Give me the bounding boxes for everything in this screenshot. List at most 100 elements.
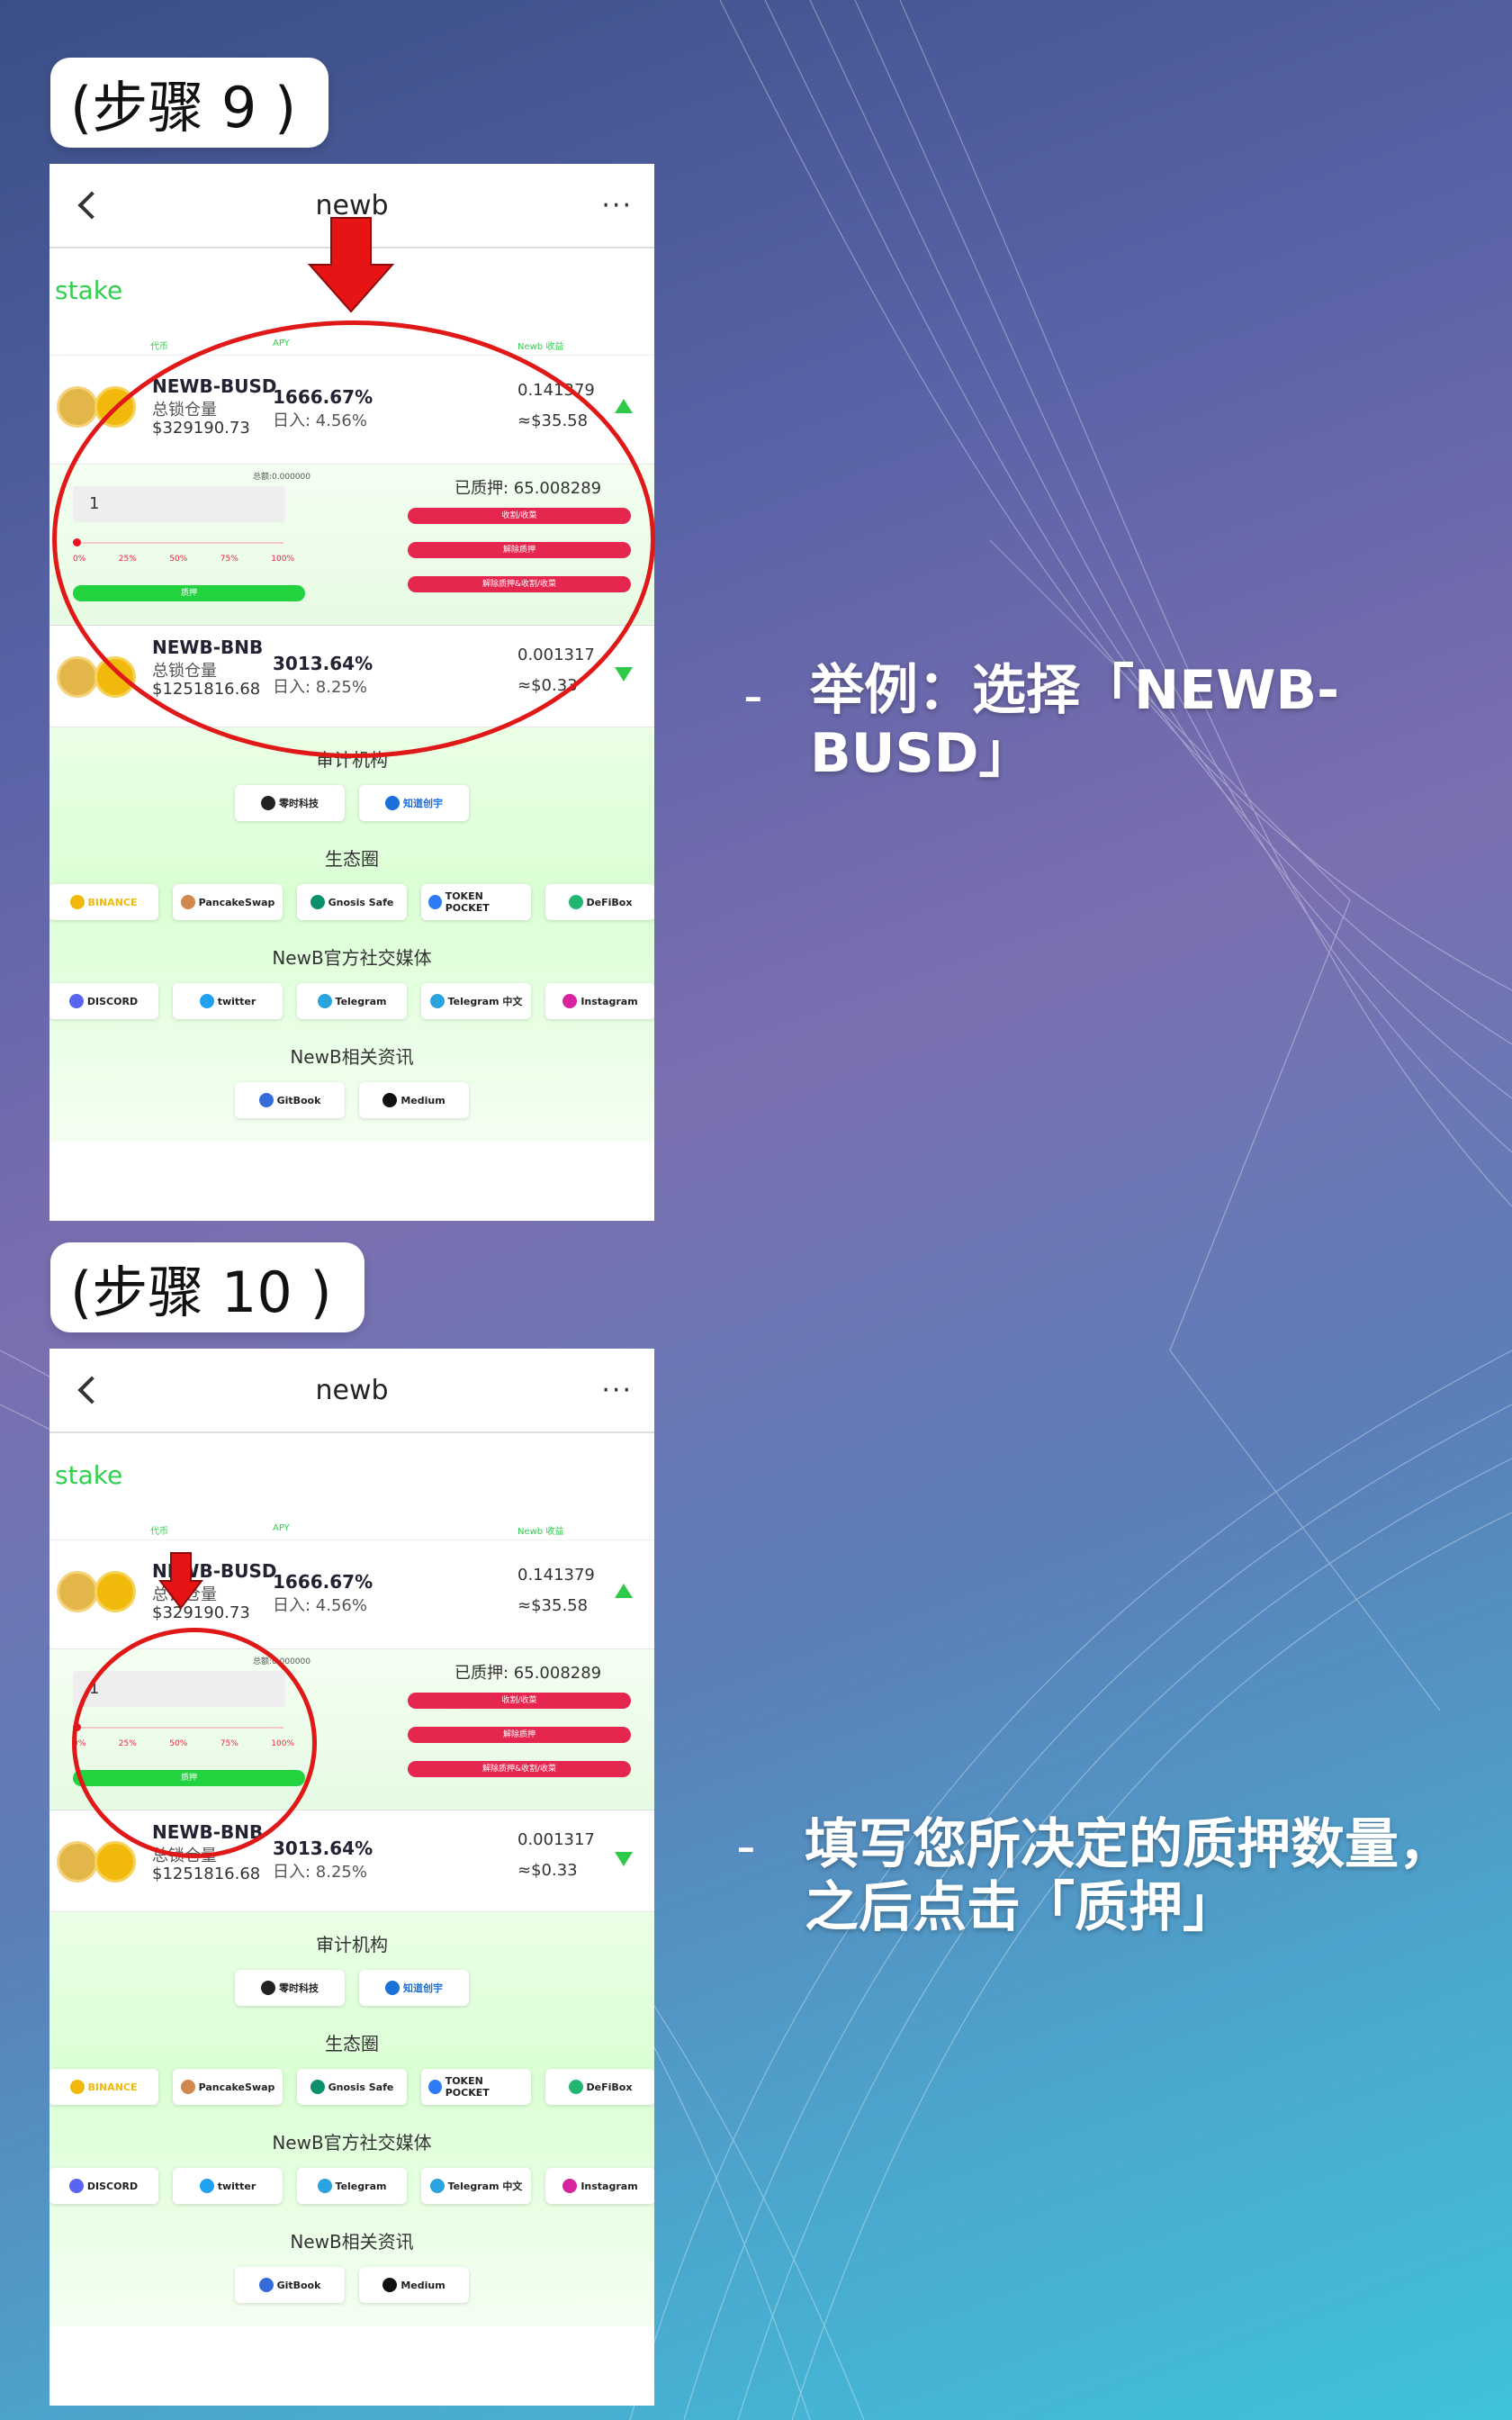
news-logos: GitBook Medium (50, 1070, 654, 1142)
bullet-dash: - (743, 664, 763, 727)
earn-value: 0.001317 (518, 1830, 595, 1849)
page-title: newb (315, 1374, 389, 1406)
defibox-logo[interactable]: DeFiBox (545, 2069, 654, 2105)
logo-text: DeFiBox (586, 2081, 633, 2093)
instruction-2: 填写您所决定的质押数量，之后点击「质押」 (805, 1813, 1453, 1939)
harvest-button[interactable]: 收割/收菜 (408, 1693, 631, 1709)
social-heading: NewB官方社交媒体 (272, 947, 432, 969)
social-logos: DISCORD twitter Telegram Telegram 中文 Ins… (50, 971, 654, 1043)
twitter-icon (199, 2179, 214, 2193)
discord-icon (68, 2179, 84, 2193)
audit-logos: 零时科技 知道创宇 (50, 1957, 654, 2029)
logo-text: GitBook (276, 1094, 321, 1106)
busd-coin-icon (94, 1571, 136, 1612)
audit-icon (261, 796, 275, 810)
instruction-1: 举例：选择「NEWB-BUSD」 (810, 659, 1340, 785)
discord-logo[interactable]: DISCORD (50, 983, 158, 1019)
tokenpocket-icon (428, 2080, 442, 2094)
logo-text: 零时科技 (279, 1982, 319, 1994)
gnosis-logo[interactable]: Gnosis Safe (297, 2069, 407, 2105)
unstake-button[interactable]: 解除质押 (408, 1727, 631, 1743)
logo-text: 知道创宇 (403, 798, 443, 809)
logo-text: Telegram 中文 (447, 996, 523, 1007)
expand-down-icon[interactable] (615, 1852, 633, 1866)
ecosystem-heading: 生态圈 (325, 848, 379, 870)
expand-up-icon[interactable] (615, 399, 633, 413)
telegram-logo[interactable]: Telegram (297, 2168, 407, 2204)
pancakeswap-logo[interactable]: PancakeSwap (173, 2069, 283, 2105)
audit-logo[interactable]: 知道创宇 (359, 1970, 469, 2006)
earn-value: 0.141379 (518, 1566, 595, 1585)
gitbook-logo[interactable]: GitBook (235, 1082, 345, 1118)
highlight-ellipse (72, 1628, 317, 1858)
medium-logo[interactable]: Medium (359, 1082, 469, 1118)
gnosis-icon (310, 2080, 325, 2094)
instagram-icon (562, 994, 578, 1008)
binance-logo[interactable]: BINANCE (50, 884, 158, 920)
phone-screenshot-step10: newb ··· stake 代币 APY Newb 收益 NEWB-BUSD … (50, 1349, 654, 2406)
instagram-logo[interactable]: Instagram (545, 983, 654, 1019)
footer-section: 审计机构 零时科技 知道创宇 生态圈 BINANCE PancakeSwap G… (50, 727, 654, 1142)
bullet-dash: - (736, 1815, 756, 1878)
expand-down-icon[interactable] (615, 667, 633, 682)
gnosis-logo[interactable]: Gnosis Safe (297, 884, 407, 920)
pancake-icon (180, 895, 195, 909)
audit-logo[interactable]: 知道创宇 (359, 785, 469, 821)
gnosis-icon (310, 895, 325, 909)
audit-logos: 零时科技 知道创宇 (50, 772, 654, 844)
defibox-logo[interactable]: DeFiBox (545, 884, 654, 920)
apy-value: 3013.64% (273, 1838, 374, 1859)
tokenpocket-logo[interactable]: TOKEN POCKET (421, 884, 531, 920)
medium-icon (382, 2278, 398, 2292)
telegram-logo[interactable]: Telegram (297, 983, 407, 1019)
twitter-logo[interactable]: twitter (173, 983, 283, 1019)
telegram-icon (429, 2179, 445, 2193)
social-heading: NewB官方社交媒体 (272, 2132, 432, 2154)
telegram-icon (317, 2179, 332, 2193)
telegram-cn-logo[interactable]: Telegram 中文 (421, 983, 531, 1019)
newb-coin-icon (57, 656, 98, 698)
binance-icon (69, 895, 85, 909)
logo-text: Instagram (580, 2180, 638, 2192)
pancakeswap-logo[interactable]: PancakeSwap (173, 884, 283, 920)
audit-logo[interactable]: 零时科技 (235, 785, 345, 821)
audit-logo[interactable]: 零时科技 (235, 1970, 345, 2006)
highlight-ellipse (52, 321, 655, 758)
tokenpocket-logo[interactable]: TOKEN POCKET (421, 2069, 531, 2105)
ecosystem-logos: BINANCE PancakeSwap Gnosis Safe TOKEN PO… (50, 871, 654, 944)
discord-logo[interactable]: DISCORD (50, 2168, 158, 2204)
news-heading: NewB相关资讯 (290, 1046, 414, 1068)
step-10-label: (步骤 10 ) (50, 1242, 364, 1332)
binance-logo[interactable]: BINANCE (50, 2069, 158, 2105)
col-coin: 代币 (150, 1527, 168, 1537)
medium-icon (382, 1093, 398, 1107)
discord-icon (68, 994, 84, 1008)
social-logos: DISCORD twitter Telegram Telegram 中文 Ins… (50, 2155, 654, 2227)
telegram-icon (429, 994, 445, 1008)
newb-coin-icon (57, 386, 98, 428)
pool-row-newb-busd[interactable]: NEWB-BUSD 总锁仓量 $329190.73 1666.67% 日入: 4… (50, 1540, 654, 1649)
daily-rate: 日入: 4.56% (273, 1596, 367, 1615)
column-headers: 代币 APY Newb 收益 (50, 1523, 654, 1540)
logo-text: TOKEN POCKET (445, 2075, 490, 2099)
logo-text: DeFiBox (586, 896, 633, 908)
expand-up-icon[interactable] (615, 1584, 633, 1598)
telegram-cn-logo[interactable]: Telegram 中文 (421, 2168, 531, 2204)
audit-heading: 审计机构 (316, 1934, 388, 1955)
logo-text: BINANCE (87, 2081, 138, 2093)
logo-text: Telegram (335, 995, 387, 1007)
twitter-logo[interactable]: twitter (173, 2168, 283, 2204)
instagram-icon (562, 2179, 578, 2193)
apy-value: 1666.67% (273, 1571, 374, 1593)
audit-icon (261, 1981, 275, 1995)
news-logos: GitBook Medium (50, 2254, 654, 2326)
col-apy: APY (273, 1523, 290, 1533)
logo-text: twitter (217, 2180, 256, 2192)
unstake-harvest-button[interactable]: 解除质押&收割/收菜 (408, 1761, 631, 1777)
newb-coin-icon (57, 1841, 98, 1883)
instagram-logo[interactable]: Instagram (545, 2168, 654, 2204)
logo-text: PancakeSwap (198, 896, 275, 908)
pancake-icon (180, 2080, 195, 2094)
gitbook-logo[interactable]: GitBook (235, 2267, 345, 2303)
medium-logo[interactable]: Medium (359, 2267, 469, 2303)
